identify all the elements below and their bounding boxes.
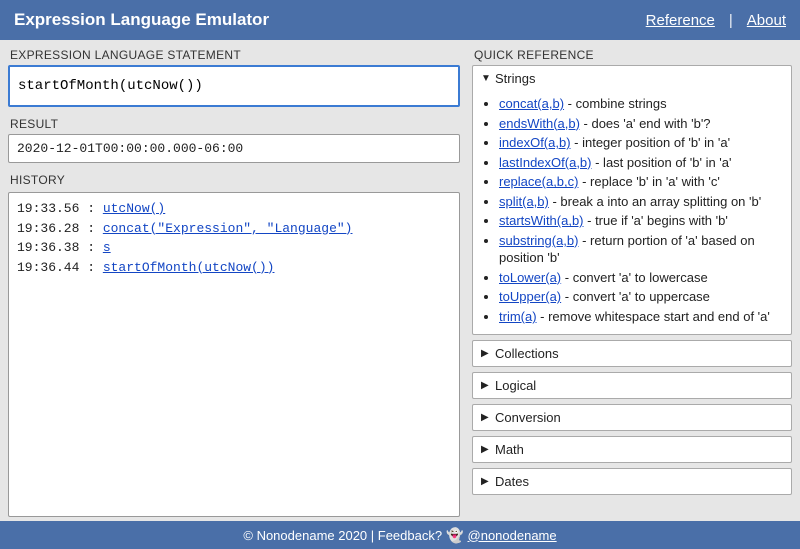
statement-label: EXPRESSION LANGUAGE STATEMENT [8, 46, 460, 65]
quickref-label: QUICK REFERENCE [472, 46, 792, 65]
quickref-function-link[interactable]: concat(a,b) [499, 96, 564, 111]
quickref-function-link[interactable]: substring(a,b) [499, 233, 578, 248]
triangle-right-icon: ▶ [481, 476, 491, 487]
quickref-section-header[interactable]: ▶ Conversion [473, 405, 791, 430]
quickref-item: indexOf(a,b) - integer position of 'b' i… [499, 134, 783, 152]
quickref-section-body: concat(a,b) - combine strings endsWith(a,… [473, 91, 791, 334]
quickref-function-desc: - does 'a' end with 'b'? [580, 116, 711, 131]
triangle-down-icon: ▼ [481, 73, 491, 84]
history-row: 19:36.38 : s [17, 238, 451, 258]
quickref-section: ▶ Conversion [472, 404, 792, 431]
quickref-section-header[interactable]: ▶ Collections [473, 341, 791, 366]
quickref-section: ▶ Logical [472, 372, 792, 399]
quickref-function-link[interactable]: endsWith(a,b) [499, 116, 580, 131]
history-time: 19:36.44 : [17, 260, 103, 275]
history-row: 19:33.56 : utcNow() [17, 199, 451, 219]
triangle-right-icon: ▶ [481, 412, 491, 423]
quickref-item: split(a,b) - break a into an array split… [499, 193, 783, 211]
history-panel[interactable]: 19:33.56 : utcNow()19:36.28 : concat("Ex… [8, 192, 460, 517]
quickref-section: ▶ Collections [472, 340, 792, 367]
history-expression-link[interactable]: s [103, 240, 111, 255]
app-header: Expression Language Emulator Reference |… [0, 0, 800, 40]
quickref-section-title: Logical [495, 378, 536, 393]
history-row: 19:36.44 : startOfMonth(utcNow()) [17, 258, 451, 278]
quickref-item: concat(a,b) - combine strings [499, 95, 783, 113]
result-label: RESULT [8, 115, 460, 134]
quickref-function-link[interactable]: startsWith(a,b) [499, 213, 584, 228]
quickref-section-title: Dates [495, 474, 529, 489]
quickref-function-desc: - last position of 'b' in 'a' [592, 155, 732, 170]
result-output: 2020-12-01T00:00:00.000-06:00 [8, 134, 460, 163]
quickref-section-title: Collections [495, 346, 559, 361]
quickref-function-desc: - remove whitespace start and end of 'a' [537, 309, 770, 324]
main-content: EXPRESSION LANGUAGE STATEMENT RESULT 202… [0, 40, 800, 521]
quickref-item: replace(a,b,c) - replace 'b' in 'a' with… [499, 173, 783, 191]
quickref-function-desc: - true if 'a' begins with 'b' [584, 213, 728, 228]
quickref-function-link[interactable]: toLower(a) [499, 270, 561, 285]
quickref-section-title: Conversion [495, 410, 561, 425]
history-expression-link[interactable]: utcNow() [103, 201, 165, 216]
quickref-section-header[interactable]: ▶ Dates [473, 469, 791, 494]
history-time: 19:36.38 : [17, 240, 103, 255]
quickref-function-desc: - break a into an array splitting on 'b' [549, 194, 761, 209]
quickref-function-link[interactable]: indexOf(a,b) [499, 135, 571, 150]
quickref-function-desc: - integer position of 'b' in 'a' [571, 135, 731, 150]
history-time: 19:33.56 : [17, 201, 103, 216]
about-link[interactable]: About [747, 12, 786, 29]
quickref-section: ▶ Math [472, 436, 792, 463]
statement-input[interactable] [8, 65, 460, 107]
quickref-function-link[interactable]: replace(a,b,c) [499, 174, 578, 189]
reference-link[interactable]: Reference [646, 12, 715, 29]
quickref-item: toLower(a) - convert 'a' to lowercase [499, 269, 783, 287]
ghost-icon: 👻 [446, 527, 463, 544]
history-expression-link[interactable]: startOfMonth(utcNow()) [103, 260, 275, 275]
history-row: 19:36.28 : concat("Expression", "Languag… [17, 219, 451, 239]
quickref-section: ▶ Dates [472, 468, 792, 495]
quickref-item: endsWith(a,b) - does 'a' end with 'b'? [499, 115, 783, 133]
quickref-section-header[interactable]: ▼ Strings [473, 66, 791, 91]
app-footer: © Nonodename 2020 | Feedback? 👻 @nonoden… [0, 521, 800, 549]
history-expression-link[interactable]: concat("Expression", "Language") [103, 221, 353, 236]
quickref-section-title: Math [495, 442, 524, 457]
quickref-accordion: ▼ Strings concat(a,b) - combine strings end… [472, 65, 792, 517]
quickref-item: trim(a) - remove whitespace start and en… [499, 308, 783, 326]
quickref-function-link[interactable]: trim(a) [499, 309, 537, 324]
left-column: EXPRESSION LANGUAGE STATEMENT RESULT 202… [8, 46, 460, 517]
quickref-function-desc: - convert 'a' to uppercase [561, 289, 710, 304]
quickref-function-link[interactable]: split(a,b) [499, 194, 549, 209]
quickref-item: toUpper(a) - convert 'a' to uppercase [499, 288, 783, 306]
quickref-function-link[interactable]: toUpper(a) [499, 289, 561, 304]
quickref-function-link[interactable]: lastIndexOf(a,b) [499, 155, 592, 170]
footer-copyright: © Nonodename 2020 | Feedback? [243, 528, 442, 543]
quickref-function-desc: - convert 'a' to lowercase [561, 270, 708, 285]
header-links: Reference | About [646, 12, 786, 29]
quickref-function-desc: - combine strings [564, 96, 667, 111]
app-title: Expression Language Emulator [14, 10, 269, 30]
quickref-section-header[interactable]: ▶ Math [473, 437, 791, 462]
header-separator: | [729, 12, 733, 29]
quickref-section: ▼ Strings concat(a,b) - combine strings end… [472, 65, 792, 335]
triangle-right-icon: ▶ [481, 380, 491, 391]
quickref-function-desc: - replace 'b' in 'a' with 'c' [578, 174, 719, 189]
footer-handle-link[interactable]: @nonodename [468, 528, 557, 543]
triangle-right-icon: ▶ [481, 348, 491, 359]
right-column: QUICK REFERENCE ▼ Strings concat(a,b) - co… [472, 46, 792, 517]
quickref-section-title: Strings [495, 71, 535, 86]
history-time: 19:36.28 : [17, 221, 103, 236]
quickref-item: startsWith(a,b) - true if 'a' begins wit… [499, 212, 783, 230]
quickref-item: substring(a,b) - return portion of 'a' b… [499, 232, 783, 267]
history-label: HISTORY [8, 171, 460, 190]
quickref-section-header[interactable]: ▶ Logical [473, 373, 791, 398]
quickref-item: lastIndexOf(a,b) - last position of 'b' … [499, 154, 783, 172]
triangle-right-icon: ▶ [481, 444, 491, 455]
